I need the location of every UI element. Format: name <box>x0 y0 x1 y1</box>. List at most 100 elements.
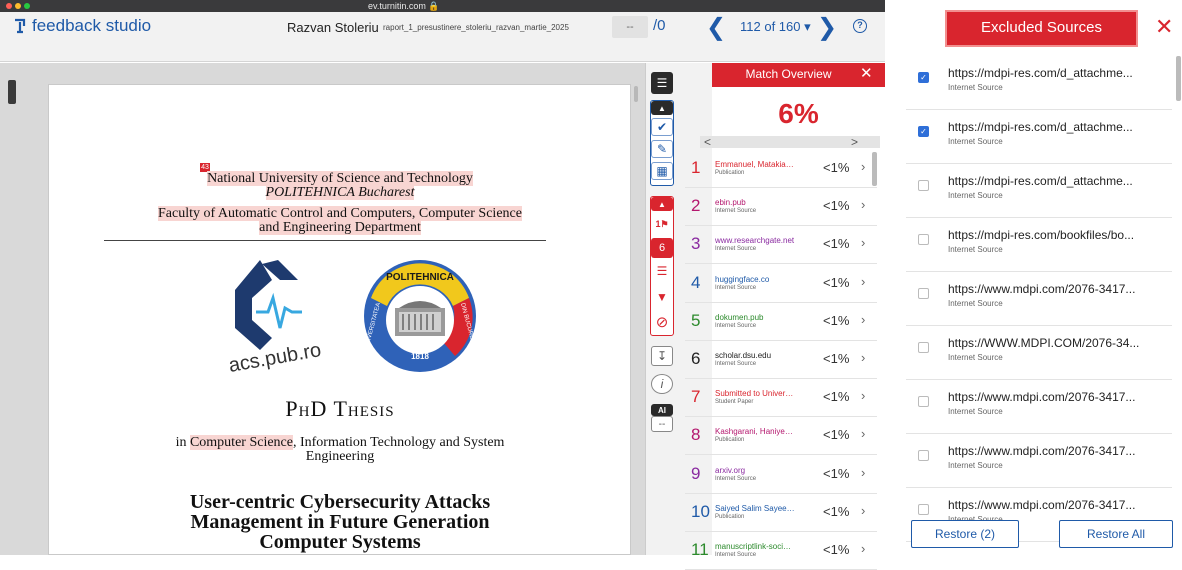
match-source-name: Emmanuel, Matakias. "... <box>715 160 795 169</box>
grade-input[interactable]: -- <box>612 16 648 38</box>
grading-layer-icon[interactable]: ▲ <box>651 101 673 115</box>
previous-paper-chevron-icon[interactable]: ❮ <box>706 13 726 41</box>
match-number: 10 <box>691 501 710 521</box>
next-paper-chevron-icon[interactable]: ❯ <box>817 13 837 41</box>
maximize-window-icon[interactable] <box>24 3 30 9</box>
match-source-type: Publication <box>715 437 745 444</box>
excluded-sources-close-icon[interactable]: ✕ <box>1155 14 1173 40</box>
rubric-grid-icon[interactable]: ▦ <box>651 162 673 180</box>
match-row[interactable]: 1 Emmanuel, Matakias. "... Publication <1% › <box>685 150 877 188</box>
chevron-right-icon[interactable]: › <box>861 541 865 556</box>
match-row[interactable]: 3 www.researchgate.net Internet Source <1% › <box>685 226 877 265</box>
address-bar[interactable]: ev.turnitin.com 🔒 <box>368 0 440 12</box>
chevron-right-icon[interactable]: › <box>861 350 865 365</box>
match-source-name: www.researchgate.net <box>715 236 795 246</box>
chevron-right-icon[interactable]: › <box>861 465 865 480</box>
match-row[interactable]: 7 Submitted to University... Student Paper… <box>685 379 877 418</box>
excluded-source-row[interactable]: https://www.mdpi.com/2076-3417... Interne… <box>906 380 1172 434</box>
similarity-layer-icon[interactable]: ▲ <box>651 197 673 211</box>
ai-writing-label[interactable]: AI <box>651 404 673 416</box>
match-row[interactable]: 4 huggingface.co Internet Source <1% › <box>685 265 877 303</box>
source-checkbox[interactable] <box>918 450 929 461</box>
match-number: 4 <box>691 272 701 292</box>
chevron-right-icon[interactable]: › <box>861 312 865 327</box>
acs-logo: acs.pub.ro <box>227 260 323 377</box>
close-window-icon[interactable] <box>6 3 12 9</box>
match-percent: <1% <box>823 427 850 443</box>
exclusions-icon[interactable]: ⊘ <box>651 312 673 332</box>
excluded-source-row[interactable]: ✓ https://mdpi-res.com/d_attachme... Inter… <box>906 110 1172 164</box>
ai-writing-score[interactable]: -- <box>651 416 673 432</box>
layers-icon[interactable]: ☰ <box>651 72 673 94</box>
paper-navigator-dropdown[interactable]: 112 of 160 ▾ <box>740 19 811 35</box>
excluded-source-row[interactable]: https://www.mdpi.com/2076-3417... Interne… <box>906 272 1172 326</box>
restore-all-button[interactable]: Restore All <box>1059 520 1173 548</box>
match-number: 6 <box>691 349 701 368</box>
minimize-window-icon[interactable] <box>15 3 21 9</box>
source-checkbox[interactable] <box>918 180 929 191</box>
excluded-source-row[interactable]: https://mdpi-res.com/bookfiles/bo... Inte… <box>906 218 1172 272</box>
match-overview-count[interactable]: 6 <box>651 238 673 258</box>
checkmark-icon[interactable]: ✔ <box>651 118 673 136</box>
chevron-right-icon[interactable]: › <box>861 235 865 250</box>
source-checkbox[interactable] <box>918 288 929 299</box>
match-percent: <1% <box>823 465 850 481</box>
match-percent: <1% <box>823 274 850 290</box>
match-row[interactable]: 11 manuscriptlink-society-... Internet Sou… <box>685 532 877 570</box>
filter-icon[interactable]: ▼ <box>651 288 673 306</box>
match-overview-close-icon[interactable]: ✕ <box>860 64 873 82</box>
match-source-name: huggingface.co <box>715 274 770 284</box>
chevron-right-icon[interactable]: › <box>861 426 865 441</box>
feedback-studio-logo[interactable]: feedback studio <box>12 14 151 38</box>
help-icon[interactable]: ? <box>853 19 867 33</box>
restore-button[interactable]: Restore (2) <box>911 520 1019 548</box>
source-checkbox[interactable]: ✓ <box>918 126 929 137</box>
top-source-icon[interactable]: 1 ⚑ <box>651 215 673 233</box>
match-row[interactable]: 8 Kashgarani, Haniye. "D...Publication <1%… <box>685 417 877 456</box>
source-checkbox[interactable] <box>918 342 929 353</box>
excluded-source-row[interactable]: ✓ https://mdpi-res.com/d_attachme... Inter… <box>906 56 1172 110</box>
match-row[interactable]: 10 Saiyed Salim Sayeed, H...Publication <1… <box>685 494 877 532</box>
source-checkbox[interactable]: ✓ <box>918 72 929 83</box>
chevron-right-icon[interactable]: › <box>861 197 865 212</box>
excluded-source-row[interactable]: https://mdpi-res.com/d_attachme... Intern… <box>906 164 1172 218</box>
match-number: 11 <box>691 540 709 559</box>
side-panel-toggle[interactable] <box>8 80 16 104</box>
seal-top-text: POLITEHNICA <box>386 272 454 283</box>
match-row[interactable]: 6 scholar.dsu.edu Internet Source <1% › <box>685 341 877 379</box>
match-number: 5 <box>691 310 701 330</box>
match-row[interactable]: 9 arxiv.org Internet Source <1% › <box>685 456 877 494</box>
match-percent: <1% <box>823 389 850 405</box>
excluded-source-url: https://mdpi-res.com/d_attachme... <box>948 120 1133 134</box>
chevron-right-icon[interactable]: › <box>861 274 865 289</box>
excluded-source-url: https://mdpi-res.com/d_attachme... <box>948 174 1133 188</box>
thesis-title-line3: Computer Systems <box>259 531 421 553</box>
match-row[interactable]: 5 dokumen.pub Internet Source <1% › <box>685 303 877 341</box>
excluded-source-row[interactable]: https://WWW.MDPI.COM/2076-34... Internet … <box>906 326 1172 380</box>
excluded-source-row[interactable]: https://www.mdpi.com/2076-3417... Interne… <box>906 434 1172 488</box>
chevron-right-icon[interactable]: › <box>861 159 865 174</box>
excluded-list-scrollbar[interactable] <box>1176 56 1181 101</box>
scroll-left-icon[interactable]: < <box>704 135 711 149</box>
chevron-right-icon[interactable]: › <box>861 503 865 518</box>
match-percent: <1% <box>823 503 850 519</box>
match-source-name: Saiyed Salim Sayeed, H... <box>715 503 795 513</box>
logo-text: feedback studio <box>32 16 152 35</box>
source-checkbox[interactable] <box>918 396 929 407</box>
source-checkbox[interactable] <box>918 504 929 515</box>
chevron-right-icon[interactable]: › <box>861 388 865 403</box>
faculty-line2: and Engineering Department <box>259 220 421 235</box>
info-icon[interactable]: i <box>651 374 673 394</box>
all-sources-icon[interactable]: ☰ <box>651 262 673 280</box>
viewer-scrollbar[interactable] <box>634 86 638 102</box>
match-percent: <1% <box>823 198 850 214</box>
match-percent: <1% <box>823 312 850 328</box>
source-checkbox[interactable] <box>918 234 929 245</box>
download-icon[interactable]: ↧ <box>651 346 673 366</box>
match-row[interactable]: 2 ebin.pub Internet Source <1% › <box>685 188 877 227</box>
university-seal: 1818 POLITEHNICA UNIVERSITATEA DIN BUCUR… <box>364 260 477 372</box>
scroll-right-icon[interactable]: > <box>851 135 858 149</box>
edit-comment-icon[interactable]: ✎ <box>651 140 673 158</box>
match-overview-title: Match Overview <box>745 67 832 81</box>
match-source-name: Submitted to University... <box>715 389 795 399</box>
